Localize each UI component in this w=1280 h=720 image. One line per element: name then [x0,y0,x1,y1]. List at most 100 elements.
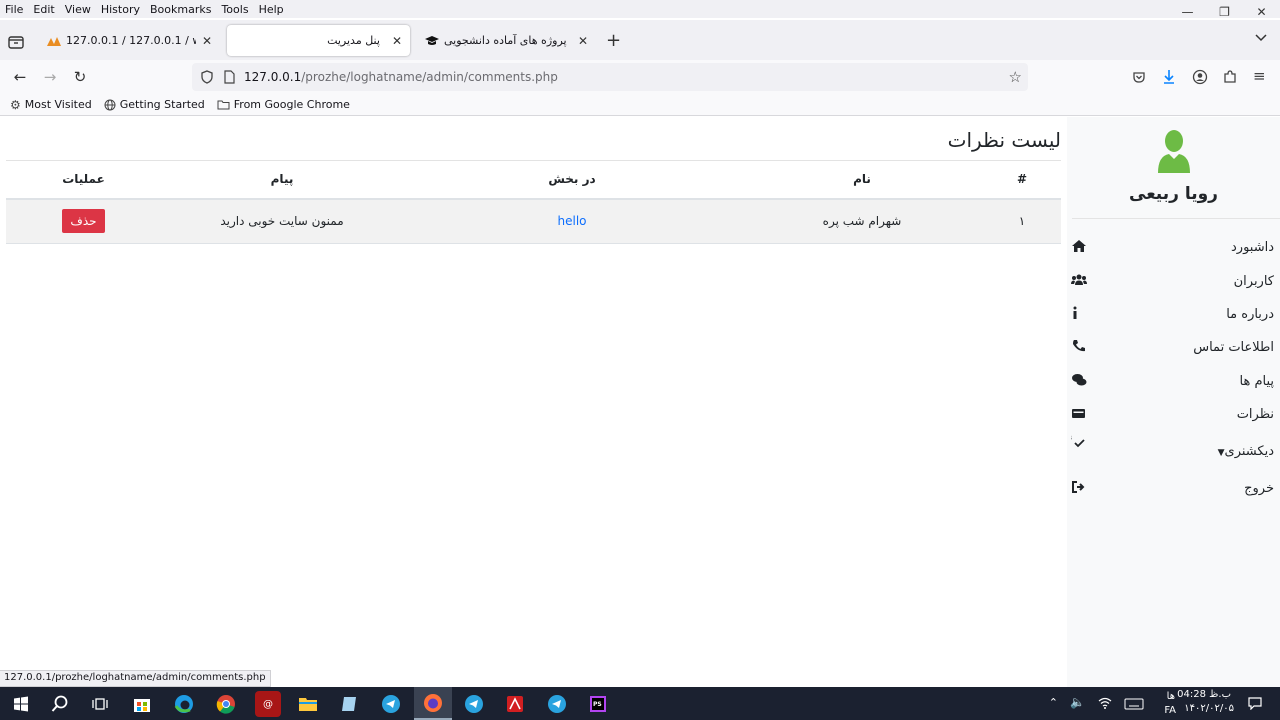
home-icon [1072,240,1086,252]
back-icon[interactable]: ← [9,66,31,88]
shield-icon[interactable] [200,70,214,84]
bookmark-most-visited[interactable]: ⚙ Most Visited [10,98,92,112]
menu-edit[interactable]: Edit [33,3,54,16]
extensions-icon[interactable] [1222,69,1238,85]
telegram-icon[interactable] [378,691,404,717]
url-bar[interactable]: 127.0.0.1/prozhe/loghatname/admin/commen… [192,63,1028,91]
comments-icon [1072,374,1087,386]
table-header-row: # نام در بخش پیام عملیات [6,160,1061,200]
sidebar-divider [1072,218,1280,219]
tab-title: 127.0.0.1 / 127.0.0.1 / watch / u [66,34,196,47]
gear-icon: ⚙ [10,97,21,112]
notes-app-icon[interactable] [336,691,362,717]
tab-phpmyadmin[interactable]: 127.0.0.1 / 127.0.0.1 / watch / u ✕ [38,25,220,56]
folder-icon [217,100,230,110]
tab-student-projects[interactable]: پروژه های آماده دانشجویی ✕ [416,25,596,56]
hamburger-menu-icon[interactable]: ≡ [1253,67,1266,85]
edge-icon[interactable] [171,691,197,717]
bookmark-label: Most Visited [24,98,92,111]
tab-bar: 127.0.0.1 / 127.0.0.1 / watch / u ✕ پنل … [0,20,1280,60]
acrobat-icon[interactable] [502,691,528,717]
at-symbol-icon: @ [263,698,273,710]
sidebar-item-dictionary[interactable]: دیکشنری▼ AB [1067,434,1280,464]
task-view-icon[interactable] [87,691,113,717]
bookmarks-toolbar: ⚙ Most Visited Getting Started From Goog… [0,94,1280,116]
page-icon[interactable] [223,70,235,84]
sidebar-item-dashboard[interactable]: داشبورد [1067,236,1280,260]
card-icon [1072,409,1085,418]
status-url: 127.0.0.1/prozhe/loghatname/admin/commen… [0,670,271,687]
sidebar-item-contact[interactable]: اطلاعات تماس [1067,336,1280,360]
close-tab-icon[interactable]: ✕ [578,34,588,48]
reload-icon[interactable]: ↻ [69,66,91,88]
download-icon[interactable] [1162,69,1176,85]
windows-start-icon[interactable] [8,691,34,717]
menu-file[interactable]: File [5,3,23,16]
wifi-icon[interactable] [1098,697,1112,709]
chrome-icon[interactable] [213,691,239,717]
tab-list-icon[interactable] [6,32,26,52]
app-red-icon[interactable]: @ [255,691,281,717]
chevron-down-icon[interactable] [1254,32,1268,42]
search-icon[interactable] [47,691,73,717]
sidebar-item-logout[interactable]: خروج [1067,477,1280,501]
page-title: لیست نظرات [947,128,1061,152]
file-explorer-icon[interactable] [295,691,321,717]
star-icon[interactable]: ☆ [1009,68,1022,86]
clock-time[interactable]: 04:28 ب.ظ [1177,689,1231,700]
svg-text:AB: AB [1071,434,1072,442]
store-icon[interactable] [129,691,155,717]
users-icon [1071,274,1087,285]
sidebar-item-messages[interactable]: پیام ها [1067,370,1280,394]
clock-date[interactable]: ۱۴۰۲/۰۲/۰۵ [1184,703,1234,714]
header-number: # [983,160,1061,200]
sidebar-item-label: پیام ها [1239,374,1275,389]
pocket-icon[interactable] [1132,70,1146,84]
close-tab-icon[interactable]: ✕ [392,34,402,48]
bookmark-label: Getting Started [119,98,205,111]
new-tab-icon[interactable]: + [606,30,621,51]
url-host: 127.0.0.1 [244,70,302,84]
bookmark-label: From Google Chrome [233,98,350,111]
sidebar-item-about[interactable]: درباره ما [1067,303,1280,327]
page-content: لیست نظرات # نام در بخش پیام عملیات ۱ شه… [0,117,1280,687]
header-name: نام [741,160,983,200]
tab-admin-panel[interactable]: پنل مدیریت ✕ [227,25,410,56]
sidebar-item-label: نظرات [1236,407,1274,422]
forward-icon[interactable]: → [39,66,61,88]
navigation-bar: ← → ↻ 127.0.0.1/prozhe/loghatname/admin/… [0,60,1280,94]
keyboard-icon[interactable] [1124,698,1144,710]
menu-bookmarks[interactable]: Bookmarks [150,3,211,16]
menu-help[interactable]: Help [259,3,284,16]
bookmark-from-google-chrome[interactable]: From Google Chrome [217,98,350,111]
delete-button[interactable]: حذف [62,209,105,234]
spellcheck-icon: AB [1071,434,1085,448]
sidebar-item-comments[interactable]: نظرات [1067,403,1280,427]
chevron-up-icon[interactable]: ⌃ [1049,696,1058,709]
account-icon[interactable] [1192,69,1208,85]
telegram-icon[interactable] [544,691,570,717]
language-label: ها [1166,691,1175,702]
volume-icon[interactable]: 🔈 [1070,695,1085,709]
language-indicator[interactable]: FA [1164,705,1176,716]
notification-icon[interactable] [1248,697,1262,710]
bookmark-getting-started[interactable]: Getting Started [104,98,205,111]
sidebar-item-users[interactable]: کاربران [1067,270,1280,294]
cell-message: ممنون سایت خوبی دارید [161,198,403,244]
menu-view[interactable]: View [65,3,91,16]
url-text[interactable]: 127.0.0.1/prozhe/loghatname/admin/commen… [244,70,558,84]
menu-tools[interactable]: Tools [221,3,248,16]
globe-icon [104,99,116,110]
menu-history[interactable]: History [101,3,140,16]
header-operations: عملیات [6,160,161,200]
sign-out-icon [1072,481,1085,493]
telegram-icon[interactable] [461,691,487,717]
sidebar-item-label: درباره ما [1226,307,1274,322]
phpstorm-icon[interactable]: PS [585,691,611,717]
firefox-icon[interactable] [414,687,452,720]
close-tab-icon[interactable]: ✕ [202,34,212,48]
phone-icon [1073,340,1085,352]
tab-title: پنل مدیریت [327,34,380,47]
cell-number: ۱ [983,198,1061,244]
section-link[interactable]: hello [558,214,587,228]
